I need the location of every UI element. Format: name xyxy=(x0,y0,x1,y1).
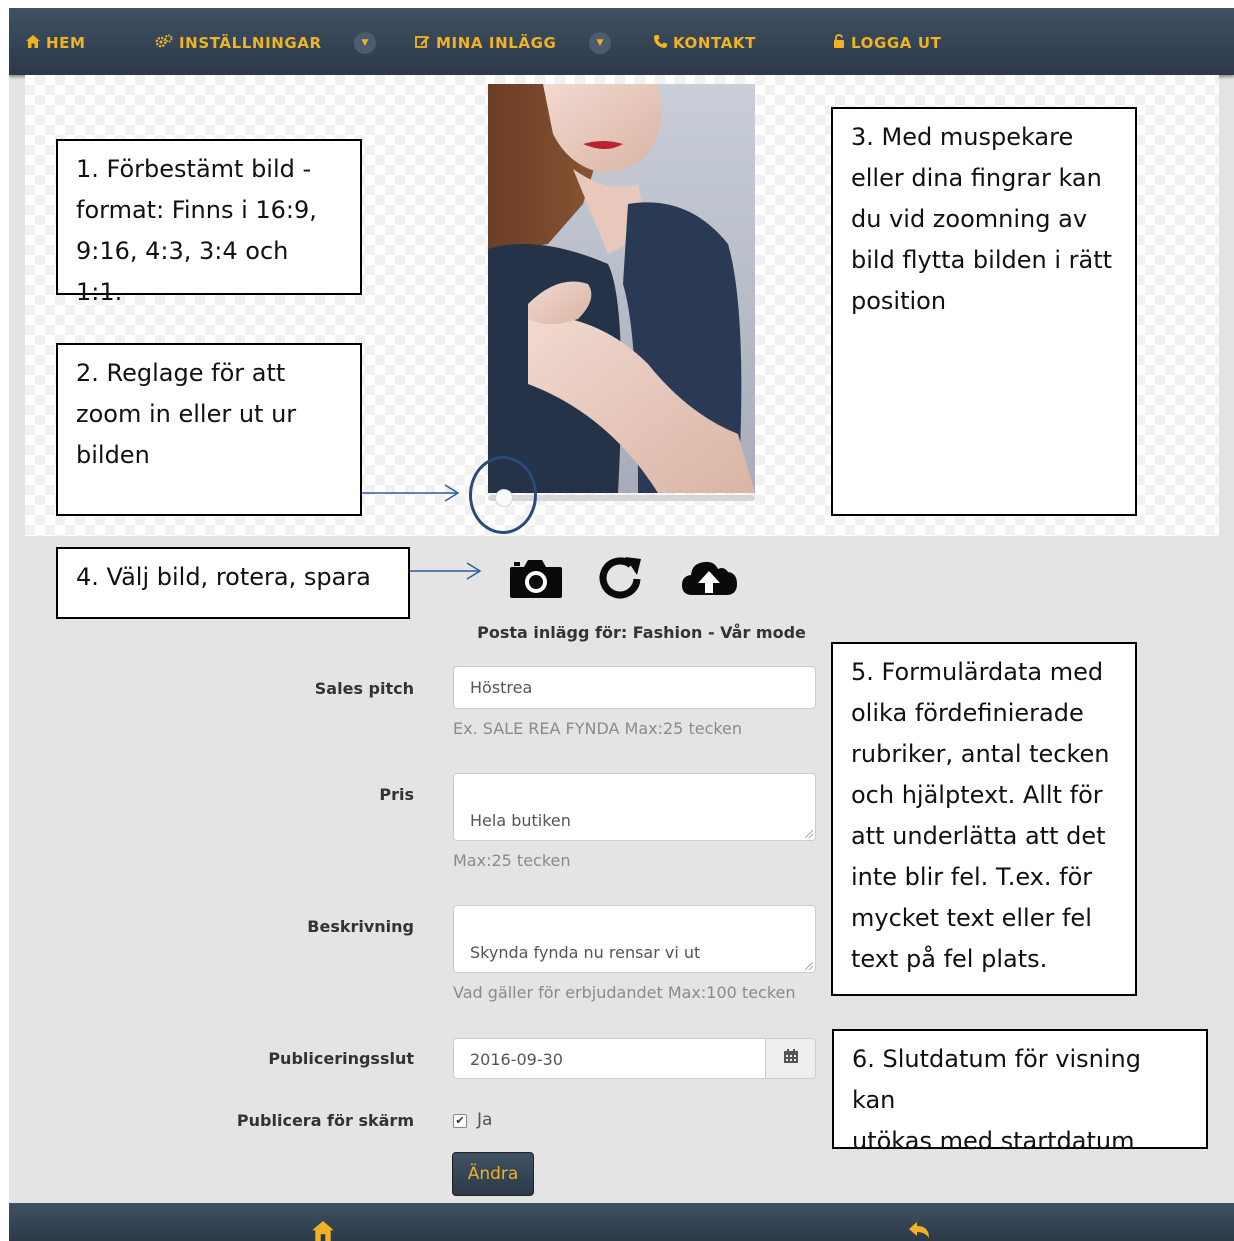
publiceringsslut-label: Publiceringsslut xyxy=(268,1049,414,1068)
andra-submit-button[interactable]: Ändra xyxy=(452,1152,534,1196)
publiceringsslut-input[interactable]: 2016-09-30 xyxy=(453,1038,766,1079)
beskrivning-help: Vad gäller för erbjudandet Max:100 tecke… xyxy=(453,983,796,1002)
sales-pitch-help: Ex. SALE REA FYNDA Max:25 tecken xyxy=(453,719,743,738)
resize-handle-icon[interactable] xyxy=(805,962,813,970)
publicera-skarm-checkbox[interactable]: ✔ xyxy=(453,1114,467,1128)
annotation-note-6: 6. Slutdatum för visning kan utökas med … xyxy=(832,1029,1208,1155)
pris-help: Max:25 tecken xyxy=(453,851,571,870)
beskrivning-label: Beskrivning xyxy=(307,917,414,936)
home-icon[interactable] xyxy=(312,1221,334,1241)
annotation-note-3: 3. Med muspekare eller dina fingrar kan … xyxy=(831,107,1137,516)
annotation-note-5: 5. Formulärdata med olika fördefinierade… xyxy=(831,642,1137,996)
bottom-navbar xyxy=(9,1203,1234,1241)
calendar-icon xyxy=(783,1048,799,1069)
sales-pitch-label: Sales pitch xyxy=(314,679,414,698)
pris-text: Hela butiken 50% Rabatt xyxy=(470,811,571,840)
pris-textarea[interactable]: Hela butiken 50% Rabatt xyxy=(453,773,816,841)
save-upload-button[interactable] xyxy=(680,553,737,601)
sales-pitch-input[interactable]: Höstrea xyxy=(453,666,816,709)
back-arrow-icon[interactable] xyxy=(907,1221,931,1241)
beskrivning-textarea[interactable]: Skynda fynda nu rensar vi ut sommarens p… xyxy=(453,905,816,973)
date-picker-button[interactable] xyxy=(765,1038,816,1079)
annotation-note-4: 4. Välj bild, rotera, spara xyxy=(56,547,410,619)
app-window: HEM INSTÄLLNINGAR ▼ MINA INLÄGG ▼ KONTAK… xyxy=(9,8,1234,1241)
cloud-upload-icon xyxy=(680,561,738,605)
camera-icon xyxy=(508,560,564,605)
checkmark-icon: ✔ xyxy=(455,1114,465,1127)
annotation-note-1: 1. Förbestämt bild - format: Finns i 16:… xyxy=(56,139,362,306)
resize-handle-icon[interactable] xyxy=(805,830,813,838)
beskrivning-text: Skynda fynda nu rensar vi ut sommarens p… xyxy=(470,943,701,972)
post-title: Posta inlägg för: Fashion - Vår mode xyxy=(477,623,806,642)
rotate-icon xyxy=(593,557,649,605)
publicera-skarm-label: Publicera för skärm xyxy=(236,1111,414,1130)
choose-image-button[interactable] xyxy=(508,553,564,601)
pris-label: Pris xyxy=(379,785,414,804)
annotation-note-2: 2. Reglage för att zoom in eller ut ur b… xyxy=(56,343,362,516)
rotate-button[interactable] xyxy=(593,553,649,601)
publicera-skarm-checkbox-label[interactable]: Ja xyxy=(477,1110,492,1130)
